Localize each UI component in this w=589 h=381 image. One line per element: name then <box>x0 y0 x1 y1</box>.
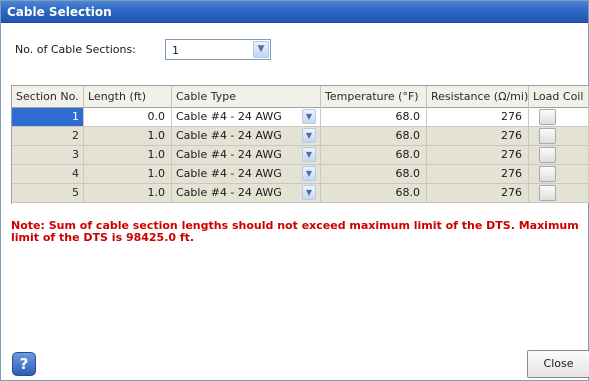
cable-sections-table: Section No. Length (ft) Cable Type Tempe… <box>11 85 589 204</box>
cable-type-cell[interactable]: Cable #4 - 24 AWG ▼ <box>172 146 321 165</box>
cable-type-cell[interactable]: Cable #4 - 24 AWG ▼ <box>172 184 321 203</box>
section-no-cell[interactable]: 3 <box>12 146 84 165</box>
chevron-down-icon[interactable]: ▼ <box>302 166 316 181</box>
cable-type-cell[interactable]: Cable #4 - 24 AWG ▼ <box>172 108 321 127</box>
load-coil-cell <box>529 165 589 184</box>
load-coil-checkbox[interactable] <box>539 128 556 144</box>
load-coil-cell <box>529 108 589 127</box>
cable-type-value: Cable #4 - 24 AWG <box>176 129 282 142</box>
load-coil-checkbox[interactable] <box>539 109 556 125</box>
section-no-cell[interactable]: 1 <box>12 108 84 127</box>
length-cell[interactable]: 1.0 <box>84 165 172 184</box>
resistance-cell[interactable]: 276 <box>427 184 529 203</box>
load-coil-cell <box>529 127 589 146</box>
header-resistance[interactable]: Resistance (Ω/mi) <box>427 86 529 108</box>
length-limit-note: Note: Sum of cable section lengths shoul… <box>11 219 579 244</box>
header-section-no[interactable]: Section No. <box>12 86 84 108</box>
cable-sections-value: 1 <box>172 44 179 57</box>
cable-type-value: Cable #4 - 24 AWG <box>176 186 282 199</box>
header-cable-type[interactable]: Cable Type <box>172 86 321 108</box>
temperature-cell[interactable]: 68.0 <box>321 184 427 203</box>
cable-type-cell[interactable]: Cable #4 - 24 AWG ▼ <box>172 165 321 184</box>
table-row[interactable]: 3 1.0 Cable #4 - 24 AWG ▼ 68.0 276 <box>12 146 589 165</box>
load-coil-cell <box>529 146 589 165</box>
header-load-coil[interactable]: Load Coil <box>529 86 589 108</box>
load-coil-checkbox[interactable] <box>539 185 556 201</box>
load-coil-cell <box>529 184 589 203</box>
length-cell[interactable]: 1.0 <box>84 184 172 203</box>
close-button[interactable]: Close <box>527 350 589 378</box>
cable-selection-dialog: Cable Selection No. of Cable Sections: 1… <box>0 0 589 381</box>
cable-type-value: Cable #4 - 24 AWG <box>176 148 282 161</box>
resistance-cell[interactable]: 276 <box>427 127 529 146</box>
temperature-cell[interactable]: 68.0 <box>321 146 427 165</box>
table-row[interactable]: 5 1.0 Cable #4 - 24 AWG ▼ 68.0 276 <box>12 184 589 203</box>
resistance-cell[interactable]: 276 <box>427 108 529 127</box>
load-coil-checkbox[interactable] <box>539 166 556 182</box>
section-no-cell[interactable]: 5 <box>12 184 84 203</box>
cable-type-value: Cable #4 - 24 AWG <box>176 167 282 180</box>
temperature-cell[interactable]: 68.0 <box>321 127 427 146</box>
table-row[interactable]: 2 1.0 Cable #4 - 24 AWG ▼ 68.0 276 <box>12 127 589 146</box>
resistance-cell[interactable]: 276 <box>427 146 529 165</box>
chevron-down-icon[interactable]: ▼ <box>302 109 316 124</box>
chevron-down-icon[interactable]: ▼ <box>302 128 316 143</box>
length-cell[interactable]: 1.0 <box>84 146 172 165</box>
section-no-cell[interactable]: 4 <box>12 165 84 184</box>
title-bar: Cable Selection <box>1 1 588 23</box>
cable-sections-select[interactable]: 1 ▼ <box>165 39 271 60</box>
cable-sections-label: No. of Cable Sections: <box>15 43 136 56</box>
chevron-down-icon[interactable]: ▼ <box>253 41 269 58</box>
window-title: Cable Selection <box>7 5 112 19</box>
load-coil-checkbox[interactable] <box>539 147 556 163</box>
header-temperature[interactable]: Temperature (°F) <box>321 86 427 108</box>
section-no-cell[interactable]: 2 <box>12 127 84 146</box>
table-row[interactable]: 4 1.0 Cable #4 - 24 AWG ▼ 68.0 276 <box>12 165 589 184</box>
temperature-cell[interactable]: 68.0 <box>321 108 427 127</box>
header-length[interactable]: Length (ft) <box>84 86 172 108</box>
help-icon: ? <box>19 355 29 373</box>
help-button[interactable]: ? <box>12 352 36 376</box>
chevron-down-icon[interactable]: ▼ <box>302 185 316 200</box>
cable-type-value: Cable #4 - 24 AWG <box>176 110 282 123</box>
length-cell[interactable]: 1.0 <box>84 127 172 146</box>
chevron-down-icon[interactable]: ▼ <box>302 147 316 162</box>
table-header: Section No. Length (ft) Cable Type Tempe… <box>12 86 589 108</box>
length-cell[interactable]: 0.0 <box>84 108 172 127</box>
cable-type-cell[interactable]: Cable #4 - 24 AWG ▼ <box>172 127 321 146</box>
table-row[interactable]: 1 0.0 Cable #4 - 24 AWG ▼ 68.0 276 <box>12 108 589 127</box>
temperature-cell[interactable]: 68.0 <box>321 165 427 184</box>
resistance-cell[interactable]: 276 <box>427 165 529 184</box>
